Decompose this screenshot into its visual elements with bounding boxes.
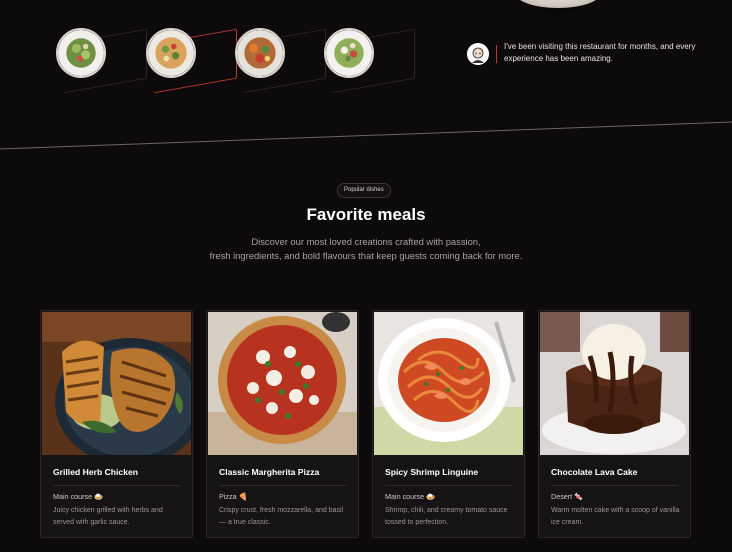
veggie-bowl-thumbnail-image (235, 28, 285, 78)
card-title: Classic Margherita Pizza (219, 467, 320, 477)
veggie-bowl-thumbnail[interactable] (235, 28, 335, 94)
card-divider (53, 485, 180, 486)
shrimp-linguine-image (374, 312, 523, 455)
dish-card-grilled-herb-chicken[interactable]: Grilled Herb Chicken Main course 🍛 Juicy… (40, 310, 193, 538)
card-description: Shrimp, chili, and creamy tomato sauce t… (385, 507, 508, 526)
dish-card-margherita-pizza[interactable]: Classic Margherita Pizza Pizza 🍕 Crispy … (206, 310, 359, 538)
card-description: Crispy crust, fresh mozzarella, and basi… (219, 507, 344, 526)
section-description: Discover our most loved creations crafte… (0, 235, 732, 263)
card-title: Spicy Shrimp Linguine (385, 467, 479, 477)
card-divider (219, 485, 346, 486)
section-tag-badge: Popular dishes (337, 183, 391, 198)
description-line-1: Discover our most loved creations crafte… (251, 236, 481, 247)
chocolate-lava-cake-image (540, 312, 689, 455)
card-category: Desert 🍬 (551, 492, 584, 501)
grilled-chicken-image (42, 312, 191, 455)
salad-thumbnail-2[interactable] (324, 28, 424, 94)
pasta-thumbnail-image (146, 28, 196, 78)
card-description: Warm molten cake with a scoop of vanilla… (551, 507, 680, 526)
margherita-pizza-image (208, 312, 357, 455)
card-title: Chocolate Lava Cake (551, 467, 638, 477)
pasta-thumbnail[interactable] (146, 28, 246, 94)
description-line-2: fresh ingredients, and bold flavours tha… (209, 250, 523, 261)
section-divider (0, 121, 732, 150)
dish-card-chocolate-lava-cake[interactable]: Chocolate Lava Cake Desert 🍬 Warm molten… (538, 310, 691, 538)
card-category: Pizza 🍕 (219, 492, 248, 501)
salad-thumbnail-1[interactable] (56, 28, 156, 94)
dish-card-spicy-shrimp-linguine[interactable]: Spicy Shrimp Linguine Main course 🍛 Shri… (372, 310, 525, 538)
card-divider (551, 485, 678, 486)
avatar (467, 43, 489, 65)
salad-thumbnail-image (324, 28, 374, 78)
card-title: Grilled Herb Chicken (53, 467, 139, 477)
card-category: Main course 🍛 (385, 492, 436, 501)
card-category: Main course 🍛 (53, 492, 104, 501)
salad-thumbnail-image (56, 28, 106, 78)
section-title: Favorite meals (306, 205, 426, 224)
plate-image-partial (515, 0, 601, 8)
testimonial-text: I've been visiting this restaurant for m… (504, 42, 696, 63)
quote-accent-bar (496, 45, 497, 63)
card-description: Juicy chicken grilled with herbs and ser… (53, 507, 163, 526)
card-divider (385, 485, 512, 486)
